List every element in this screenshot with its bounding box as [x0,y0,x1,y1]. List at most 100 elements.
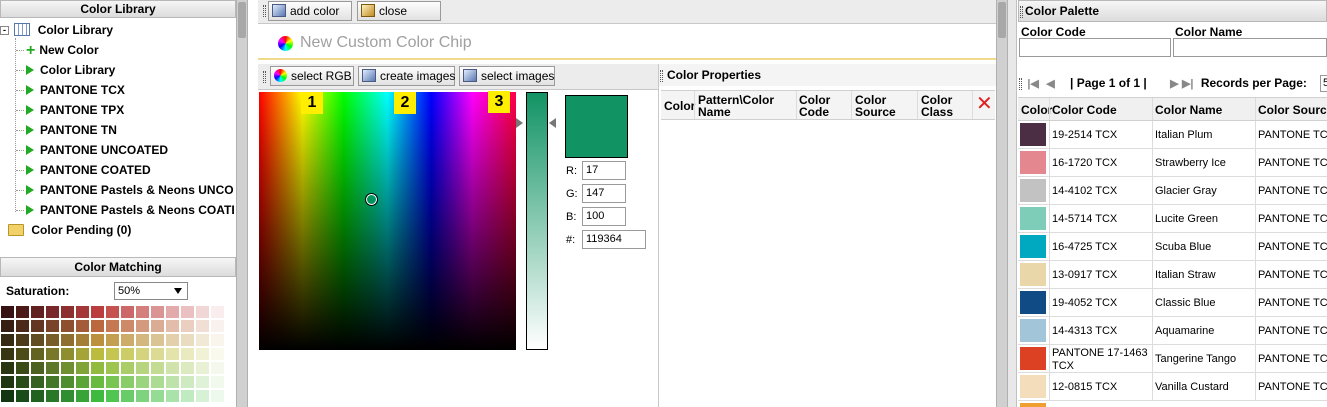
add-color-button[interactable]: add color [268,1,352,21]
records-per-page-input[interactable]: 5 [1320,75,1327,92]
table-row[interactable]: PANTONE 17-1463 TCX Tangerine Tango PANTON… [1018,345,1327,373]
b-input[interactable]: 100 [582,207,626,226]
matching-swatch[interactable] [46,306,59,318]
matching-swatch[interactable] [166,320,179,332]
tree-item-library[interactable]: PANTONE Pastels & Neons COATED [26,200,234,220]
matching-swatch[interactable] [151,390,164,402]
table-row[interactable]: 12-0815 TCX Vanilla Custard PANTONE TCX [1018,373,1327,401]
matching-swatch[interactable] [76,348,89,360]
matching-swatch[interactable] [16,362,29,374]
filter-name-input[interactable] [1173,38,1327,57]
matching-swatch[interactable] [16,334,29,346]
matching-swatch[interactable] [136,376,149,388]
matching-swatch[interactable] [1,390,14,402]
matching-swatch[interactable] [181,348,194,360]
matching-swatch[interactable] [181,376,194,388]
delete-x-icon[interactable]: ✕ [976,93,993,115]
matching-swatch[interactable] [46,348,59,360]
matching-swatch[interactable] [91,376,104,388]
table-row[interactable]: 14-4102 TCX Glacier Gray PANTONE TCX [1018,177,1327,205]
matching-swatch[interactable] [181,362,194,374]
matching-swatch[interactable] [196,348,209,360]
matching-swatch[interactable] [76,362,89,374]
slider-left-arrow-icon[interactable] [516,118,523,128]
matching-swatch[interactable] [136,306,149,318]
matching-swatch[interactable] [61,390,74,402]
matching-swatch[interactable] [211,362,224,374]
select-rgb-button[interactable]: select RGB [270,66,354,86]
matching-swatch[interactable] [121,306,134,318]
matching-swatch[interactable] [106,320,119,332]
matching-swatch[interactable] [76,390,89,402]
matching-swatch[interactable] [91,390,104,402]
matching-swatch[interactable] [181,306,194,318]
tree-item-library[interactable]: PANTONE UNCOATED [26,140,234,160]
matching-swatch[interactable] [136,334,149,346]
matching-swatch[interactable] [76,306,89,318]
table-row[interactable]: 13-0917 TCX Italian Straw PANTONE TCX [1018,261,1327,289]
matching-swatch[interactable] [166,306,179,318]
matching-swatch[interactable] [1,306,14,318]
matching-swatch[interactable] [16,348,29,360]
matching-swatch[interactable] [16,320,29,332]
matching-swatch[interactable] [121,348,134,360]
matching-swatch[interactable] [91,320,104,332]
matching-swatch[interactable] [196,362,209,374]
select-images-button[interactable]: select images [459,66,555,86]
matching-swatch[interactable] [106,348,119,360]
create-images-button[interactable]: create images [358,66,455,86]
matching-swatch[interactable] [106,376,119,388]
matching-swatch[interactable] [1,348,14,360]
matching-swatch[interactable] [181,334,194,346]
close-button[interactable]: close [357,1,441,21]
matching-swatch[interactable] [151,320,164,332]
matching-swatch[interactable] [91,348,104,360]
matching-color-grid[interactable] [0,305,232,407]
matching-swatch[interactable] [151,376,164,388]
matching-swatch[interactable] [76,334,89,346]
matching-swatch[interactable] [91,334,104,346]
table-row[interactable]: 14-5714 TCX Lucite Green PANTONE TCX [1018,205,1327,233]
matching-swatch[interactable] [106,334,119,346]
matching-swatch[interactable] [166,348,179,360]
matching-swatch[interactable] [211,306,224,318]
tree-item-library[interactable]: PANTONE TPX [26,100,234,120]
r-input[interactable]: 17 [582,161,626,180]
brightness-slider[interactable] [526,92,548,350]
spectrum-cursor[interactable] [365,193,378,206]
matching-swatch[interactable] [166,376,179,388]
tree-item-library[interactable]: Color Library [26,60,234,80]
tree-item-new-color[interactable]: + New Color [26,40,234,60]
matching-swatch[interactable] [196,376,209,388]
matching-swatch[interactable] [31,348,44,360]
matching-swatch[interactable] [151,334,164,346]
prev-page-icon[interactable]: ◀ [1046,78,1054,90]
matching-swatch[interactable] [136,348,149,360]
matching-swatch[interactable] [91,306,104,318]
matching-swatch[interactable] [1,362,14,374]
matching-swatch[interactable] [136,390,149,402]
matching-swatch[interactable] [46,390,59,402]
matching-swatch[interactable] [46,320,59,332]
matching-swatch[interactable] [211,320,224,332]
matching-swatch[interactable] [106,362,119,374]
left-splitter[interactable] [236,0,248,407]
matching-swatch[interactable] [31,320,44,332]
matching-swatch[interactable] [166,334,179,346]
tree-item-pending[interactable]: Color Pending (0) [8,220,131,240]
table-row[interactable]: 16-4725 TCX Scuba Blue PANTONE TCX [1018,233,1327,261]
tree-root[interactable]: - Color Library [0,20,113,40]
tree-item-library[interactable]: PANTONE TN [26,120,234,140]
matching-swatch[interactable] [1,376,14,388]
next-page-icon[interactable]: ▶ [1170,78,1178,90]
matching-swatch[interactable] [151,348,164,360]
matching-swatch[interactable] [61,320,74,332]
matching-swatch[interactable] [151,306,164,318]
prop-col-pattern-name[interactable]: Pattern\Color Name [698,94,793,118]
tree-item-library[interactable]: PANTONE Pastels & Neons UNCOATED [26,180,234,200]
slider-right-arrow-icon[interactable] [549,118,556,128]
matching-swatch[interactable] [31,390,44,402]
right-splitter[interactable] [996,0,1008,407]
matching-swatch[interactable] [46,376,59,388]
matching-swatch[interactable] [46,334,59,346]
